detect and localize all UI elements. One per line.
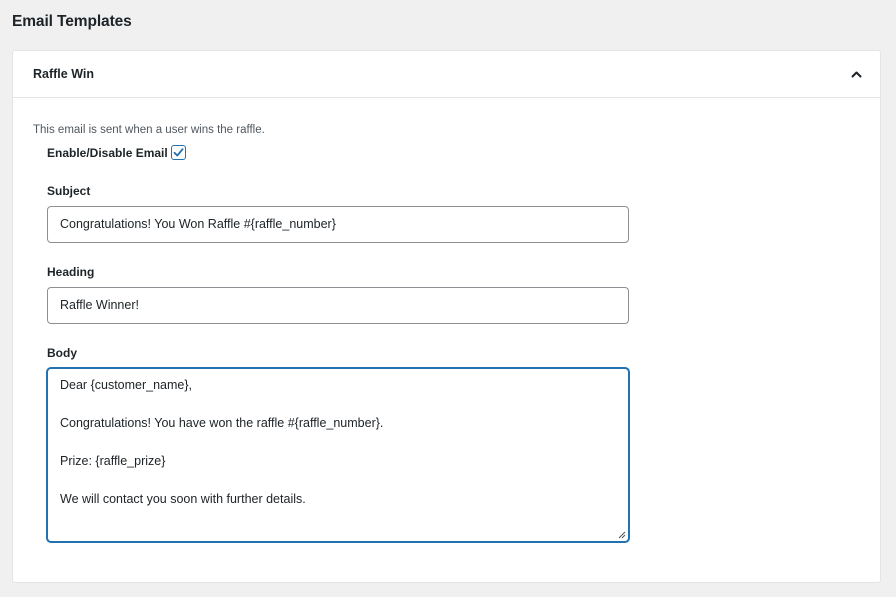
subject-label: Subject: [47, 184, 91, 198]
body-line: Prize: {raffle_prize}: [60, 454, 166, 468]
collapse-toggle-button[interactable]: [846, 64, 866, 84]
enable-email-label: Enable/Disable Email: [47, 145, 168, 160]
chevron-up-icon: [851, 71, 861, 78]
heading-label: Heading: [47, 265, 95, 279]
body-line: Dear {customer_name},: [60, 378, 193, 392]
body-line: Congratulations! You have won the raffle…: [60, 416, 384, 430]
template-description: This email is sent when a user wins the …: [33, 124, 265, 136]
email-template-card: Raffle Win This email is sent when a use…: [12, 50, 881, 583]
checkmark-icon: [173, 148, 184, 157]
resize-handle-icon[interactable]: [618, 531, 626, 539]
body-textarea[interactable]: Dear {customer_name}, Congratulations! Y…: [47, 368, 629, 542]
body-label: Body: [47, 346, 77, 360]
subject-input[interactable]: Congratulations! You Won Raffle #{raffle…: [47, 206, 629, 243]
enable-email-row: Enable/Disable Email: [47, 145, 186, 160]
enable-email-checkbox[interactable]: [170, 145, 186, 160]
card-header[interactable]: Raffle Win: [13, 51, 880, 98]
page-title: Email Templates: [12, 13, 132, 30]
card-title: Raffle Win: [33, 67, 94, 81]
body-line: We will contact you soon with further de…: [60, 492, 306, 506]
heading-input[interactable]: Raffle Winner!: [47, 287, 629, 324]
